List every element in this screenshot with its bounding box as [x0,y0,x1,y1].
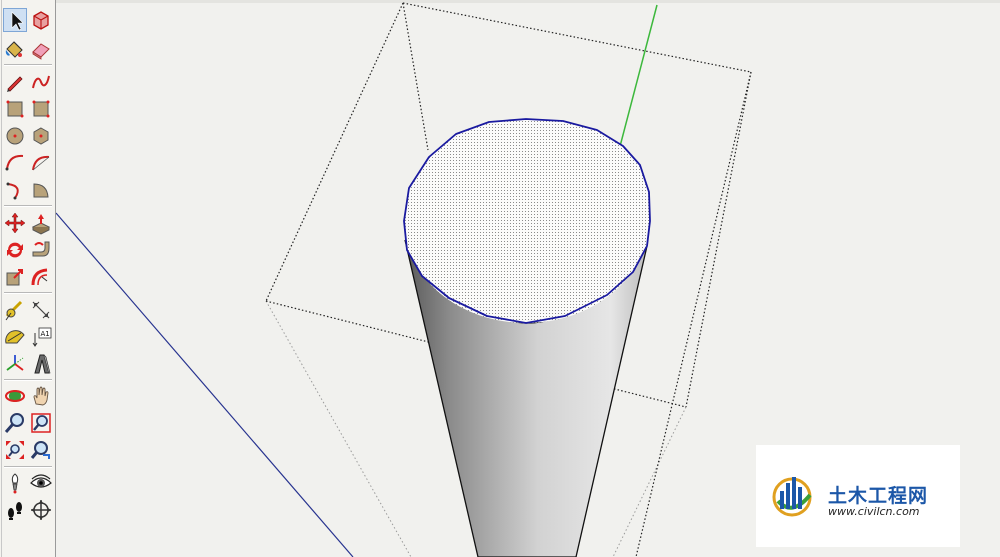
rotated-rectangle-icon[interactable] [29,97,53,121]
offset-icon[interactable] [29,265,53,289]
rectangle-icon[interactable] [3,97,27,121]
zoom-extents-icon[interactable] [3,438,27,462]
component-tool-icon[interactable] [29,8,53,32]
zoom-window-icon[interactable] [29,411,53,435]
tape-measure-icon[interactable] [3,298,27,322]
pencil-icon[interactable] [3,70,27,94]
eye-icon[interactable] [29,471,53,495]
watermark-logo: 土木工程网 www.civilcn.com [756,445,960,547]
arc-icon[interactable] [3,151,27,175]
blue-axis-line [56,212,354,557]
protractor-icon[interactable] [3,325,27,349]
orbit-icon[interactable] [3,384,27,408]
push-pull-icon[interactable] [29,211,53,235]
previous-view-icon[interactable] [29,438,53,462]
paint-bucket-icon[interactable] [3,37,27,61]
svg-text:A1: A1 [41,330,50,338]
hand-icon[interactable] [29,384,53,408]
left-toolbar: A1 [0,0,56,557]
position-camera-icon[interactable] [3,471,27,495]
eraser-icon[interactable] [29,37,53,61]
footprints-icon[interactable] [3,498,27,522]
follow-me-icon[interactable] [29,238,53,262]
circle-icon[interactable] [3,124,27,148]
dimension-icon[interactable] [29,298,53,322]
move-arrows-icon[interactable] [3,211,27,235]
magnifier-icon[interactable] [3,411,27,435]
polygon-icon[interactable] [29,124,53,148]
select-tool-icon[interactable] [3,8,27,32]
3d-text-icon[interactable] [29,352,53,376]
pie-icon[interactable] [29,178,53,202]
section-plane-icon[interactable] [29,498,53,522]
scale-icon[interactable] [3,265,27,289]
two-point-arc-icon[interactable] [29,151,53,175]
watermark-site-name: 土木工程网 [828,485,929,507]
green-axis-line [617,4,658,155]
freehand-curve-icon[interactable] [29,70,53,94]
civilcn-logo-icon [772,477,812,517]
watermark-site-url: www.civilcn.com [828,505,920,518]
three-point-arc-icon[interactable] [3,178,27,202]
rotate-icon[interactable] [3,238,27,262]
toolbar-grip [1,0,2,557]
axes-icon[interactable] [3,352,27,376]
text-label-icon[interactable]: A1 [29,325,53,349]
